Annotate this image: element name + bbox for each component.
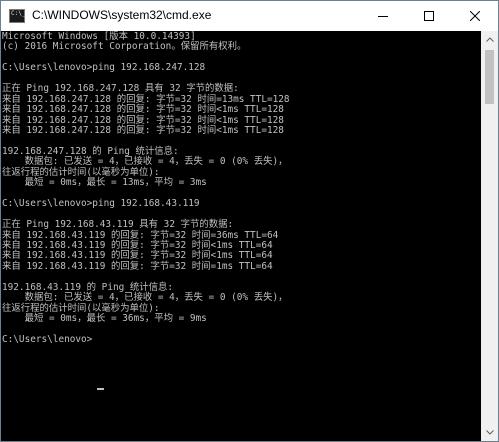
console-line: 正在 Ping 192.168.43.119 具有 32 字节的数据: [2, 219, 234, 231]
vertical-scrollbar[interactable] [481, 31, 498, 441]
maximize-button[interactable] [406, 1, 452, 31]
console-line: C:\Users\lenovo>ping 192.168.247.128 [2, 62, 206, 74]
console-line: C:\Users\lenovo> [2, 334, 93, 346]
console-line: 最短 = 0ms，最长 = 13ms，平均 = 3ms [2, 177, 207, 189]
console-line: 来自 192.168.247.128 的回复: 字节=32 时间<1ms TTL… [2, 104, 284, 116]
console-line: 最短 = 0ms，最长 = 36ms，平均 = 9ms [2, 313, 207, 325]
console-line: 来自 192.168.247.128 的回复: 字节=32 时间<1ms TTL… [2, 125, 284, 137]
minimize-button[interactable] [360, 1, 406, 31]
console-line: 来自 192.168.43.119 的回复: 字节=32 时间=1ms TTL=… [2, 260, 273, 272]
scroll-thumb[interactable] [485, 50, 494, 104]
text-cursor [97, 388, 104, 390]
scroll-up-arrow-icon [485, 37, 494, 42]
scroll-down-button[interactable] [481, 424, 498, 441]
console-line: 正在 Ping 192.168.247.128 具有 32 字节的数据: [2, 83, 239, 95]
maximize-icon [424, 11, 434, 21]
minimize-icon [378, 16, 388, 17]
console-icon[interactable]: C:\_ [9, 9, 25, 23]
console-line: 数据包: 已发送 = 4，已接收 = 4，丢失 = 0 (0% 丢失)， [2, 292, 288, 304]
scroll-up-button[interactable] [481, 31, 498, 48]
console-line: 数据包: 已发送 = 4，已接收 = 4，丢失 = 0 (0% 丢失)， [2, 156, 288, 168]
close-button[interactable] [452, 1, 498, 31]
console-line: C:\Users\lenovo>ping 192.168.43.119 [2, 198, 200, 210]
scroll-down-arrow-icon [485, 430, 494, 435]
console-line: 来自 192.168.43.119 的回复: 字节=32 时间<1ms TTL=… [2, 250, 273, 262]
cmd-window: C:\_ C:\WINDOWS\system32\cmd.exe Microso… [0, 0, 499, 442]
title-bar[interactable]: C:\_ C:\WINDOWS\system32\cmd.exe [1, 1, 498, 31]
console-line: (c) 2016 Microsoft Corporation。保留所有权利。 [2, 41, 247, 53]
console-icon-text: C:\_ [11, 10, 26, 17]
window-title: C:\WINDOWS\system32\cmd.exe [32, 8, 212, 22]
close-icon [470, 11, 480, 21]
console-output[interactable]: Microsoft Windows [版本 10.0.14393] (c) 201… [1, 31, 481, 441]
